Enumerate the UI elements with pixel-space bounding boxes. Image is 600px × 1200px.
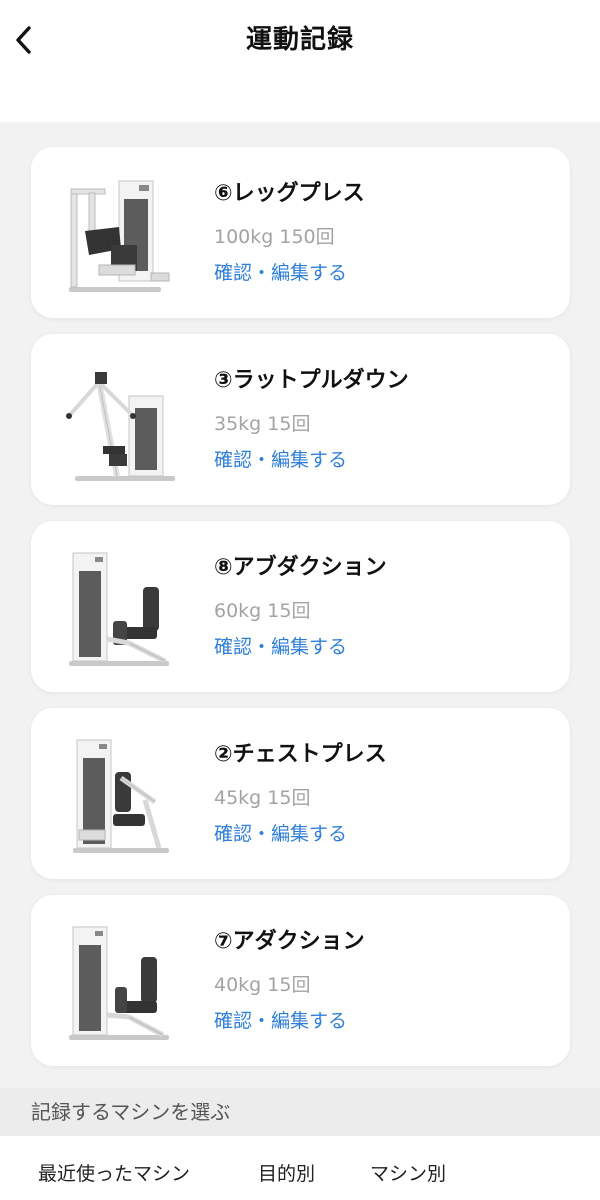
edit-link[interactable]: 確認・編集する — [214, 446, 347, 474]
record-list: ⑥レッグプレス 100kg 150回 確認・編集する ③ラットプルダウン 35k… — [31, 147, 570, 1082]
edit-link[interactable]: 確認・編集する — [214, 1007, 347, 1035]
record-card[interactable]: ⑥レッグプレス 100kg 150回 確認・編集する — [31, 147, 570, 318]
tab-recent-machines[interactable]: 最近使ったマシン — [38, 1160, 190, 1188]
edit-link[interactable]: 確認・編集する — [214, 820, 347, 848]
edit-link[interactable]: 確認・編集する — [214, 259, 347, 287]
record-detail: 100kg 150回 — [214, 226, 335, 248]
machine-select-section: 記録するマシンを選ぶ — [0, 1088, 600, 1136]
machine-name: ③ラットプルダウン — [214, 368, 409, 393]
record-detail: 45kg 15回 — [214, 787, 311, 809]
tab-by-machine[interactable]: マシン別 — [370, 1160, 446, 1188]
page-title: 運動記録 — [245, 25, 354, 55]
record-detail: 60kg 15回 — [214, 600, 311, 622]
machine-name: ②チェストプレス — [214, 742, 387, 767]
abduction-machine-image — [59, 543, 187, 671]
machine-filter-tabs: 最近使ったマシン 目的別 マシン別 — [0, 1136, 600, 1200]
adduction-machine-image — [59, 917, 187, 1045]
machine-name: ⑥レッグプレス — [214, 181, 365, 206]
machine-name: ⑧アブダクション — [214, 555, 387, 580]
lat-pulldown-machine-image — [59, 356, 187, 484]
record-card[interactable]: ⑧アブダクション 60kg 15回 確認・編集する — [31, 521, 570, 692]
record-card[interactable]: ②チェストプレス 45kg 15回 確認・編集する — [31, 708, 570, 879]
header-bar: 運動記録 — [0, 0, 600, 122]
machine-name: ⑦アダクション — [214, 929, 365, 954]
record-detail: 35kg 15回 — [214, 413, 311, 435]
record-card[interactable]: ⑦アダクション 40kg 15回 確認・編集する — [31, 895, 570, 1066]
record-card[interactable]: ③ラットプルダウン 35kg 15回 確認・編集する — [31, 334, 570, 505]
chest-press-machine-image — [59, 730, 187, 858]
tab-by-purpose[interactable]: 目的別 — [258, 1160, 315, 1188]
section-label: 記録するマシンを選ぶ — [31, 1100, 231, 1124]
record-detail: 40kg 15回 — [214, 974, 311, 996]
leg-press-machine-image — [59, 169, 187, 297]
edit-link[interactable]: 確認・編集する — [214, 633, 347, 661]
